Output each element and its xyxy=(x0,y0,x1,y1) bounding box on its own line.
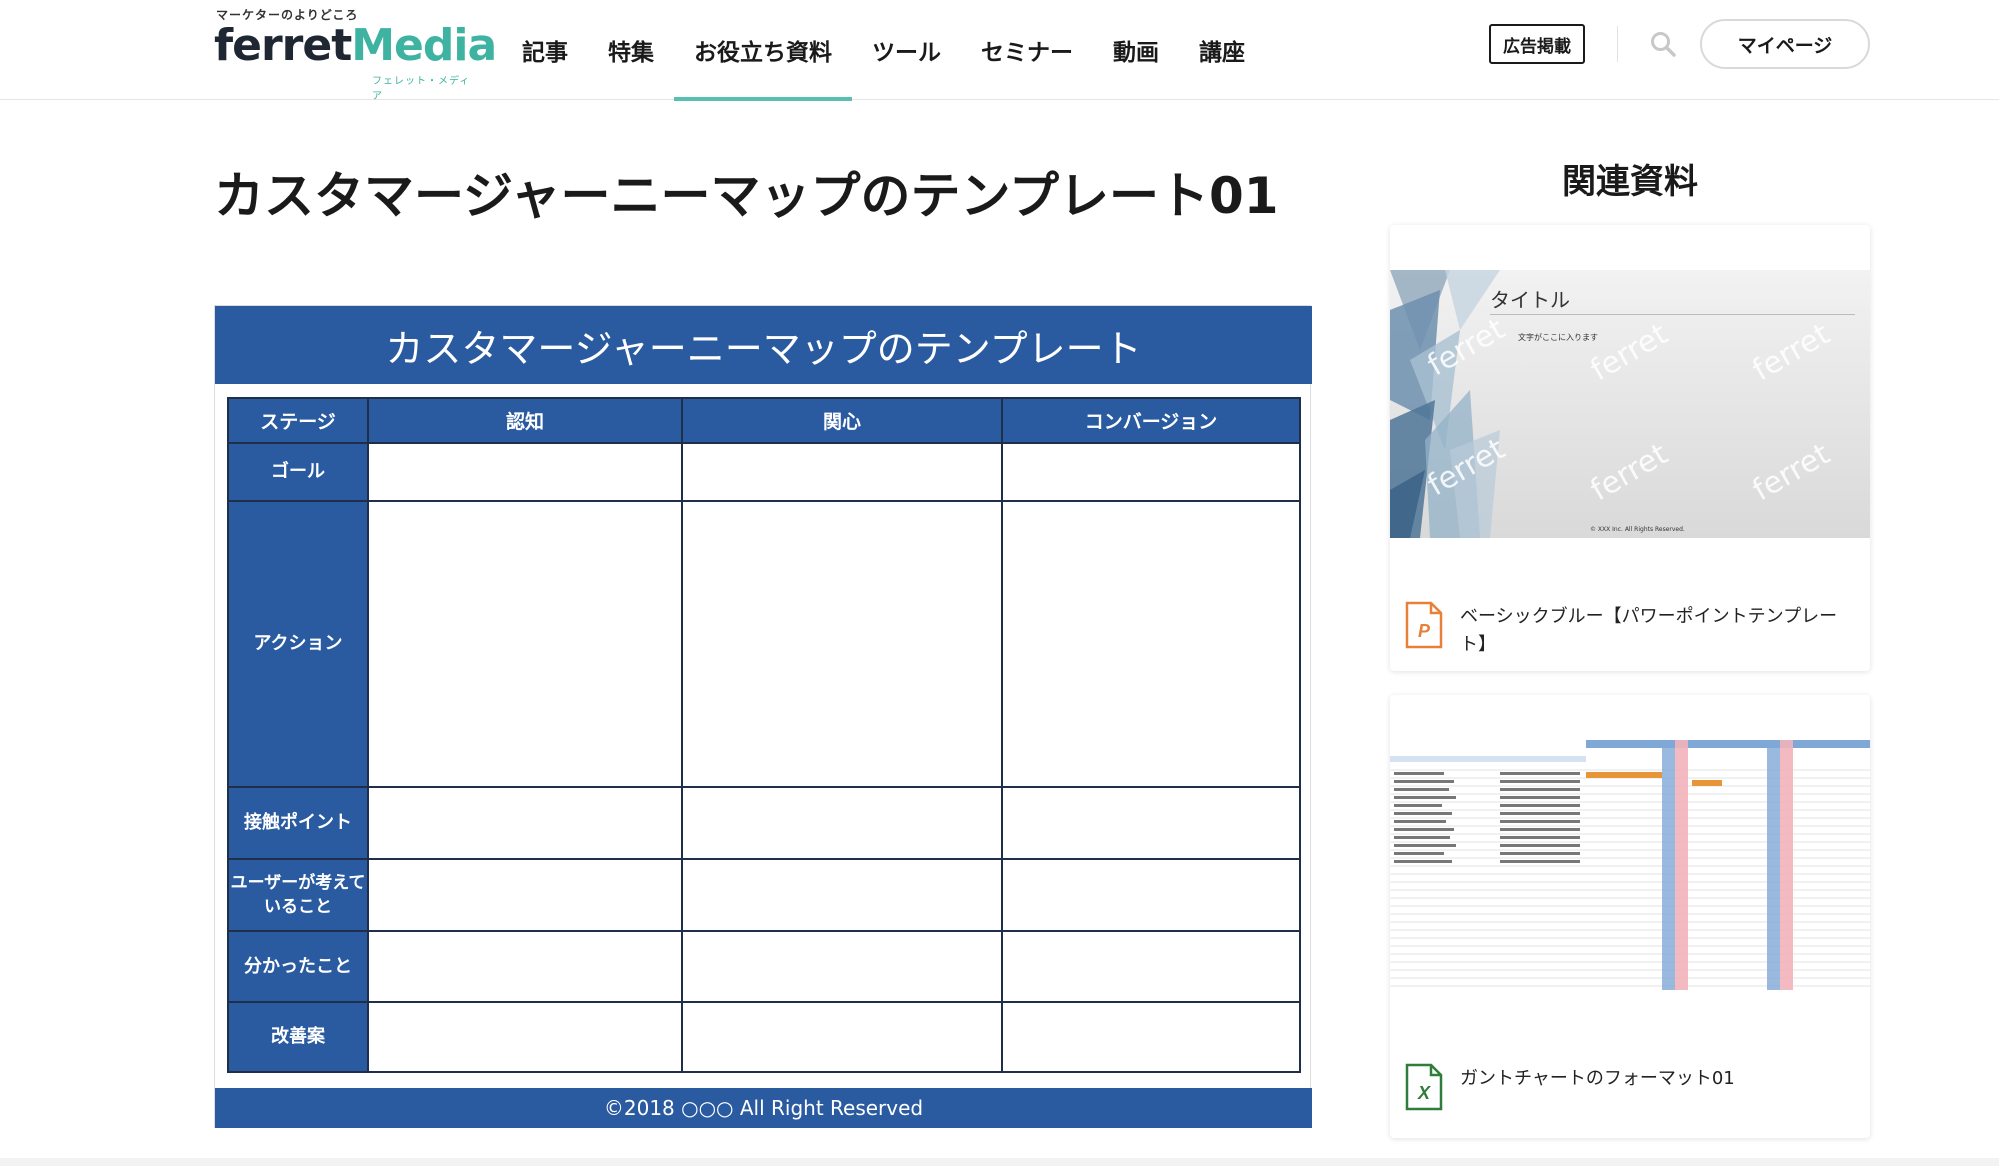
card-thumbnail[interactable] xyxy=(1390,740,1870,1006)
thumbnail-rule xyxy=(1490,314,1855,315)
row-header: 分かったこと xyxy=(227,930,369,1003)
document-footer: ©2018 ○○○ All Right Reserved xyxy=(215,1088,1312,1128)
header-divider xyxy=(1617,26,1618,62)
table-cell xyxy=(1001,442,1301,502)
column-header: コンバージョン xyxy=(1001,397,1301,444)
row-header: 接触ポイント xyxy=(227,786,369,860)
logo-subtitle: フェレット・メディア xyxy=(372,76,471,102)
card-meta: X ガントチャートのフォーマット01 xyxy=(1404,1063,1850,1111)
gantt-chart-preview xyxy=(1390,740,1870,990)
table-cell xyxy=(681,858,1003,932)
table-cell xyxy=(681,1001,1003,1073)
nav-item-courses[interactable]: 講座 xyxy=(1179,0,1265,100)
column-header: 認知 xyxy=(367,397,683,444)
journey-map-table: ステージ 認知 関心 コンバージョン ゴール アクション 接触ポイント ユーザー… xyxy=(227,397,1301,1073)
related-resource-card[interactable]: X ガントチャートのフォーマット01 xyxy=(1390,695,1870,1138)
nav-item-resources[interactable]: お役立ち資料 xyxy=(674,0,852,101)
column-header: 関心 xyxy=(681,397,1003,444)
file-type-letter: P xyxy=(1418,621,1431,641)
mypage-button[interactable]: マイページ xyxy=(1700,19,1870,69)
site-header: マーケターのよりどころ ferretMedia フェレット・メディア 記事 特集… xyxy=(0,0,1999,102)
thumbnail-title: タイトル xyxy=(1490,288,1570,312)
table-cell xyxy=(367,1001,683,1073)
thumbnail-subtitle: 文字がここに入ります xyxy=(1518,333,1598,342)
row-header: 改善案 xyxy=(227,1001,369,1073)
table-cell xyxy=(1001,930,1301,1003)
table-cell xyxy=(1001,1001,1301,1073)
document-preview: カスタマージャーニーマップのテンプレート ステージ 認知 関心 コンバージョン … xyxy=(214,305,1312,1128)
table-cell xyxy=(1001,858,1301,932)
card-meta: P ベーシックブルー【パワーポイントテンプレート】 xyxy=(1404,601,1850,659)
table-row: ユーザーが考えていること xyxy=(227,858,1301,932)
table-cell xyxy=(681,786,1003,860)
nav-item-videos[interactable]: 動画 xyxy=(1093,0,1179,100)
powerpoint-file-icon: P xyxy=(1405,601,1443,649)
table-cell xyxy=(367,930,683,1003)
row-header: ゴール xyxy=(227,442,369,502)
logo-wordmark: ferretMedia xyxy=(214,20,497,71)
table-header-row: ステージ 認知 関心 コンバージョン xyxy=(227,397,1301,444)
logo-word-media: Media xyxy=(351,20,497,71)
related-resources-title: 関連資料 xyxy=(1562,162,1698,202)
nav-item-tools[interactable]: ツール xyxy=(852,0,961,100)
card-title[interactable]: ガントチャートのフォーマット01 xyxy=(1460,1063,1735,1093)
table-cell xyxy=(1001,500,1301,788)
table-row: 改善案 xyxy=(227,1001,1301,1073)
file-type-letter: X xyxy=(1417,1083,1431,1103)
table-row: ゴール xyxy=(227,442,1301,502)
table-cell xyxy=(681,442,1003,502)
table-cell xyxy=(367,500,683,788)
table-cell xyxy=(681,930,1003,1003)
thumbnail-copyright: © XXX Inc. All Rights Reserved. xyxy=(1590,526,1685,533)
polygon-decoration xyxy=(1390,270,1500,538)
card-thumbnail[interactable]: タイトル 文字がここに入ります ferret ferret ferret fer… xyxy=(1390,270,1870,538)
table-row: 分かったこと xyxy=(227,930,1301,1003)
table-row: 接触ポイント xyxy=(227,786,1301,860)
row-header: アクション xyxy=(227,500,369,788)
table-cell xyxy=(367,858,683,932)
column-header: ステージ xyxy=(227,397,369,444)
table-cell xyxy=(367,442,683,502)
nav-item-seminars[interactable]: セミナー xyxy=(961,0,1093,100)
page-title: カスタマージャーニーマップのテンプレート01 xyxy=(214,167,1279,225)
table-cell xyxy=(681,500,1003,788)
table-cell xyxy=(1001,786,1301,860)
row-header: ユーザーが考えていること xyxy=(227,858,369,932)
table-row: アクション xyxy=(227,500,1301,788)
nav-item-articles[interactable]: 記事 xyxy=(502,0,588,100)
excel-file-icon: X xyxy=(1405,1063,1443,1111)
search-icon[interactable] xyxy=(1649,30,1677,58)
card-title[interactable]: ベーシックブルー【パワーポイントテンプレート】 xyxy=(1460,601,1850,659)
main-nav: 記事 特集 お役立ち資料 ツール セミナー 動画 講座 xyxy=(502,0,1265,101)
logo-word-ferret: ferret xyxy=(214,20,352,71)
page-bottom-strip xyxy=(0,1158,1999,1166)
document-header: カスタマージャーニーマップのテンプレート xyxy=(215,306,1312,384)
nav-item-features[interactable]: 特集 xyxy=(588,0,674,100)
advertise-button[interactable]: 広告掲載 xyxy=(1489,24,1585,64)
site-logo[interactable]: マーケターのよりどころ ferretMedia フェレット・メディア xyxy=(214,4,497,102)
table-cell xyxy=(367,786,683,860)
related-resource-card[interactable]: タイトル 文字がここに入ります ferret ferret ferret fer… xyxy=(1390,225,1870,671)
